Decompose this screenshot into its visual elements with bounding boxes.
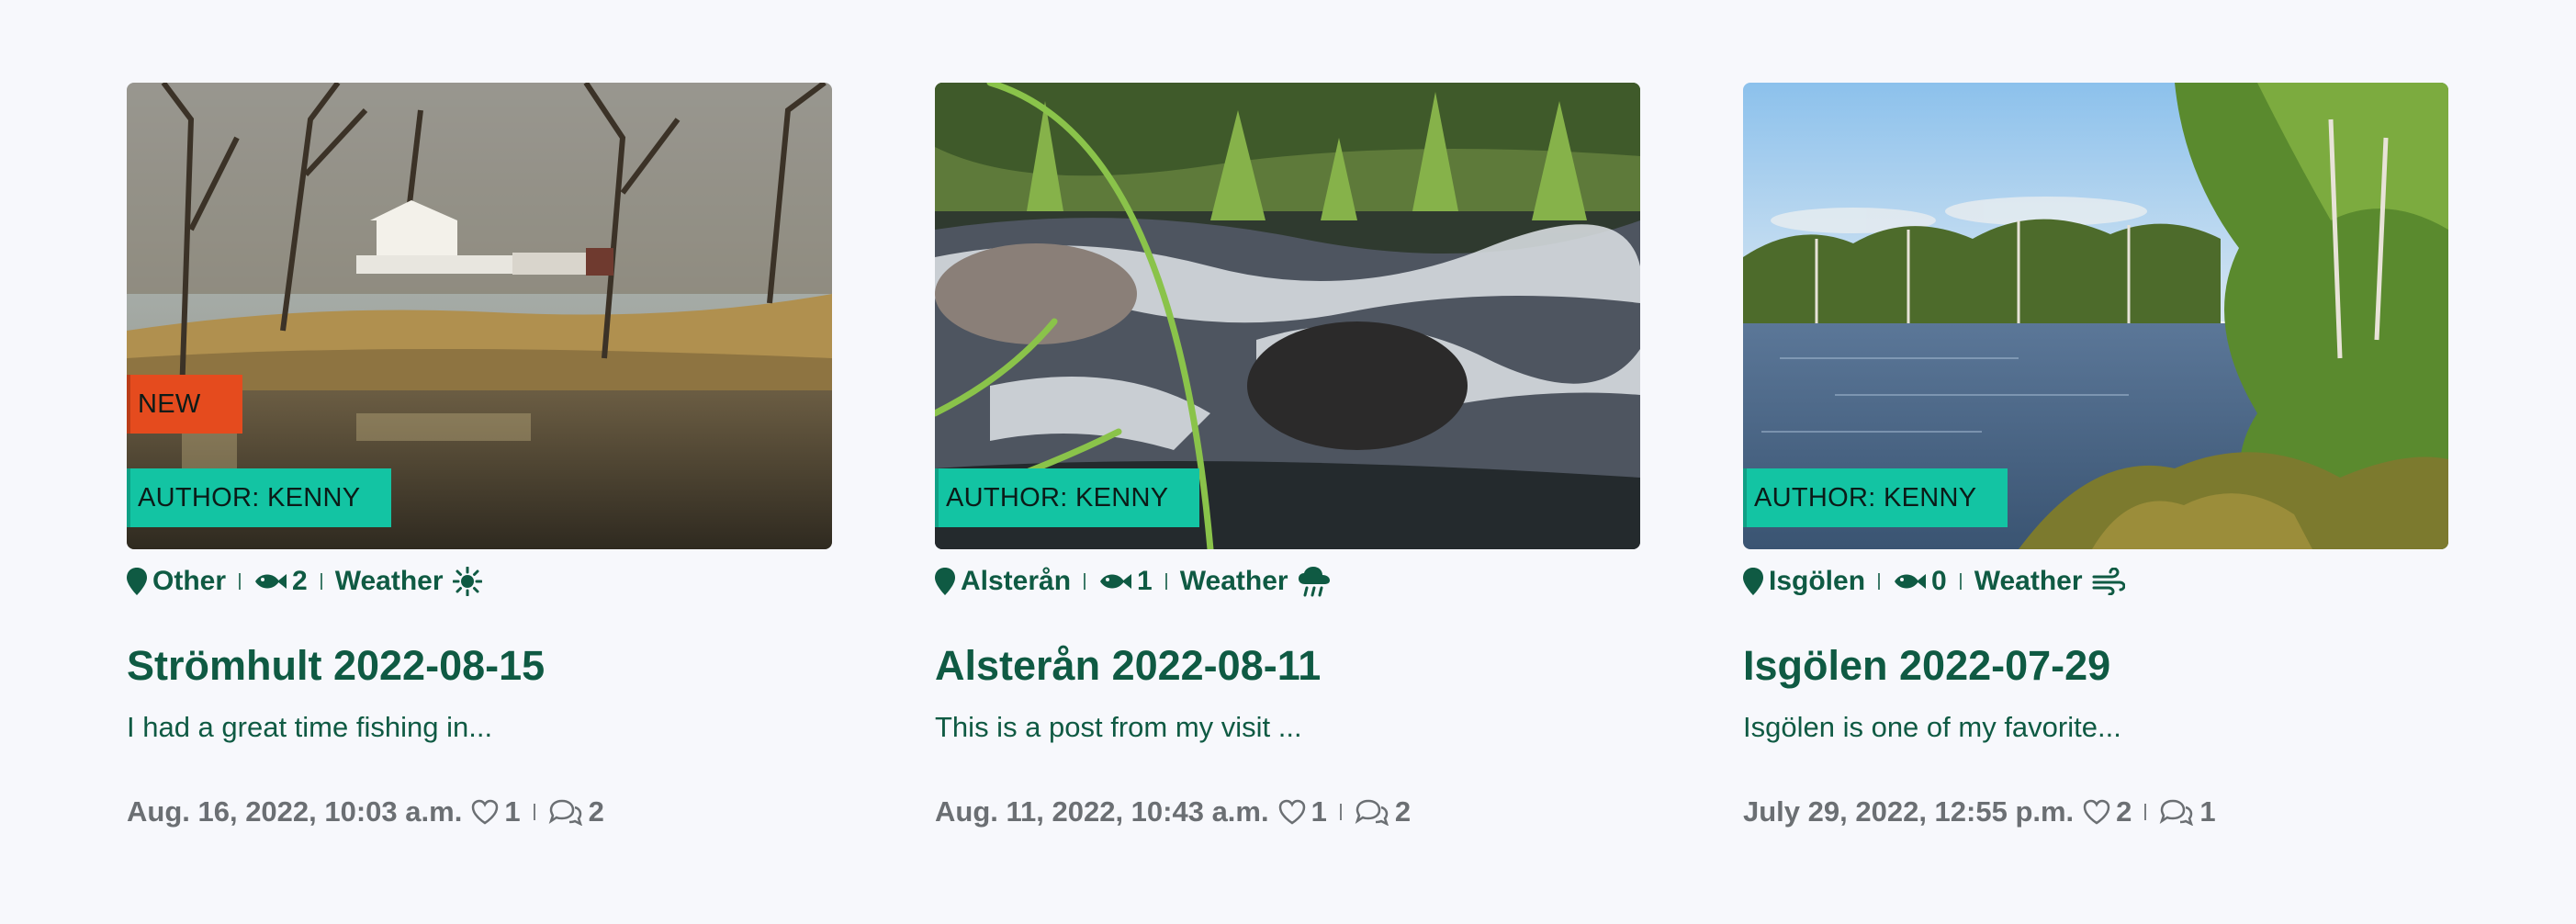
post-card[interactable]: AUTHOR: KENNY Alsterån 1 Weather Alsterå… [935,83,1640,828]
post-date: July 29, 2022, 12:55 p.m. [1743,795,2075,828]
post-meta: Other 2 Weather [127,560,832,603]
fish-icon [1893,570,1927,592]
post-date: Aug. 16, 2022, 10:03 a.m. [127,795,463,828]
post-title[interactable]: Strömhult 2022-08-15 [127,639,832,693]
rain-cloud-icon [1298,566,1331,597]
comment-count: 2 [588,795,604,828]
weather-label: Weather [334,566,444,596]
post-footer: July 29, 2022, 12:55 p.m. 2 1 [1743,795,2448,828]
post-image[interactable]: AUTHOR: KENNY [1743,83,2448,549]
author-badge[interactable]: AUTHOR: KENNY [1743,468,2008,527]
separator [2144,804,2147,820]
post-card-grid: NEW AUTHOR: KENNY Other 2 Weather Strömh… [127,83,2448,828]
post-card[interactable]: NEW AUTHOR: KENNY Other 2 Weather Strömh… [127,83,832,828]
post-footer: Aug. 16, 2022, 10:03 a.m. 1 2 [127,795,832,828]
author-badge[interactable]: AUTHOR: KENNY [127,468,391,527]
location-pin-icon [935,568,955,595]
wind-icon [2092,568,2125,595]
fish-count: 2 [292,566,308,596]
heart-icon[interactable] [471,799,499,825]
post-excerpt: This is a post from my visit ... [935,711,1302,743]
post-meta: Isgölen 0 Weather [1743,560,2448,603]
separator [1164,573,1167,590]
fish-count: 1 [1137,566,1153,596]
heart-icon[interactable] [2083,799,2110,825]
new-badge: NEW [127,375,242,434]
separator [239,573,242,590]
post-date: Aug. 11, 2022, 10:43 a.m. [935,795,1269,828]
location-name[interactable]: Isgölen [1769,566,1865,597]
post-meta: Alsterån 1 Weather [935,560,1640,603]
post-excerpt: Isgölen is one of my favorite... [1743,711,2121,743]
comments-icon[interactable] [1355,798,1389,826]
sun-icon [452,567,482,596]
comment-count: 1 [2199,795,2216,828]
fish-count: 0 [1931,566,1947,596]
location-name[interactable]: Alsterån [961,566,1071,597]
location-name[interactable]: Other [152,566,226,597]
post-title[interactable]: Isgölen 2022-07-29 [1743,639,2448,693]
like-count: 1 [1310,795,1327,828]
author-badge[interactable]: AUTHOR: KENNY [935,468,1199,527]
separator [320,573,322,590]
location-pin-icon [1743,568,1763,595]
separator [1084,573,1086,590]
post-excerpt: I had a great time fishing in... [127,711,493,743]
comments-icon[interactable] [548,798,583,826]
separator [533,804,535,820]
post-footer: Aug. 11, 2022, 10:43 a.m. 1 2 [935,795,1640,828]
weather-label: Weather [1974,566,2083,596]
comment-count: 2 [1394,795,1412,828]
weather-label: Weather [1179,566,1288,596]
separator [1339,804,1342,820]
post-image[interactable]: AUTHOR: KENNY [935,83,1640,549]
post-image[interactable]: NEW AUTHOR: KENNY [127,83,832,549]
like-count: 2 [2116,795,2132,828]
location-pin-icon [127,568,147,595]
fish-icon [1098,570,1132,592]
fish-icon [253,570,287,592]
post-title[interactable]: Alsterån 2022-08-11 [935,639,1640,693]
post-card[interactable]: AUTHOR: KENNY Isgölen 0 Weather Isgölen … [1743,83,2448,828]
separator [1959,573,1962,590]
comments-icon[interactable] [2159,798,2194,826]
separator [1878,573,1881,590]
heart-icon[interactable] [1278,799,1306,825]
like-count: 1 [504,795,521,828]
